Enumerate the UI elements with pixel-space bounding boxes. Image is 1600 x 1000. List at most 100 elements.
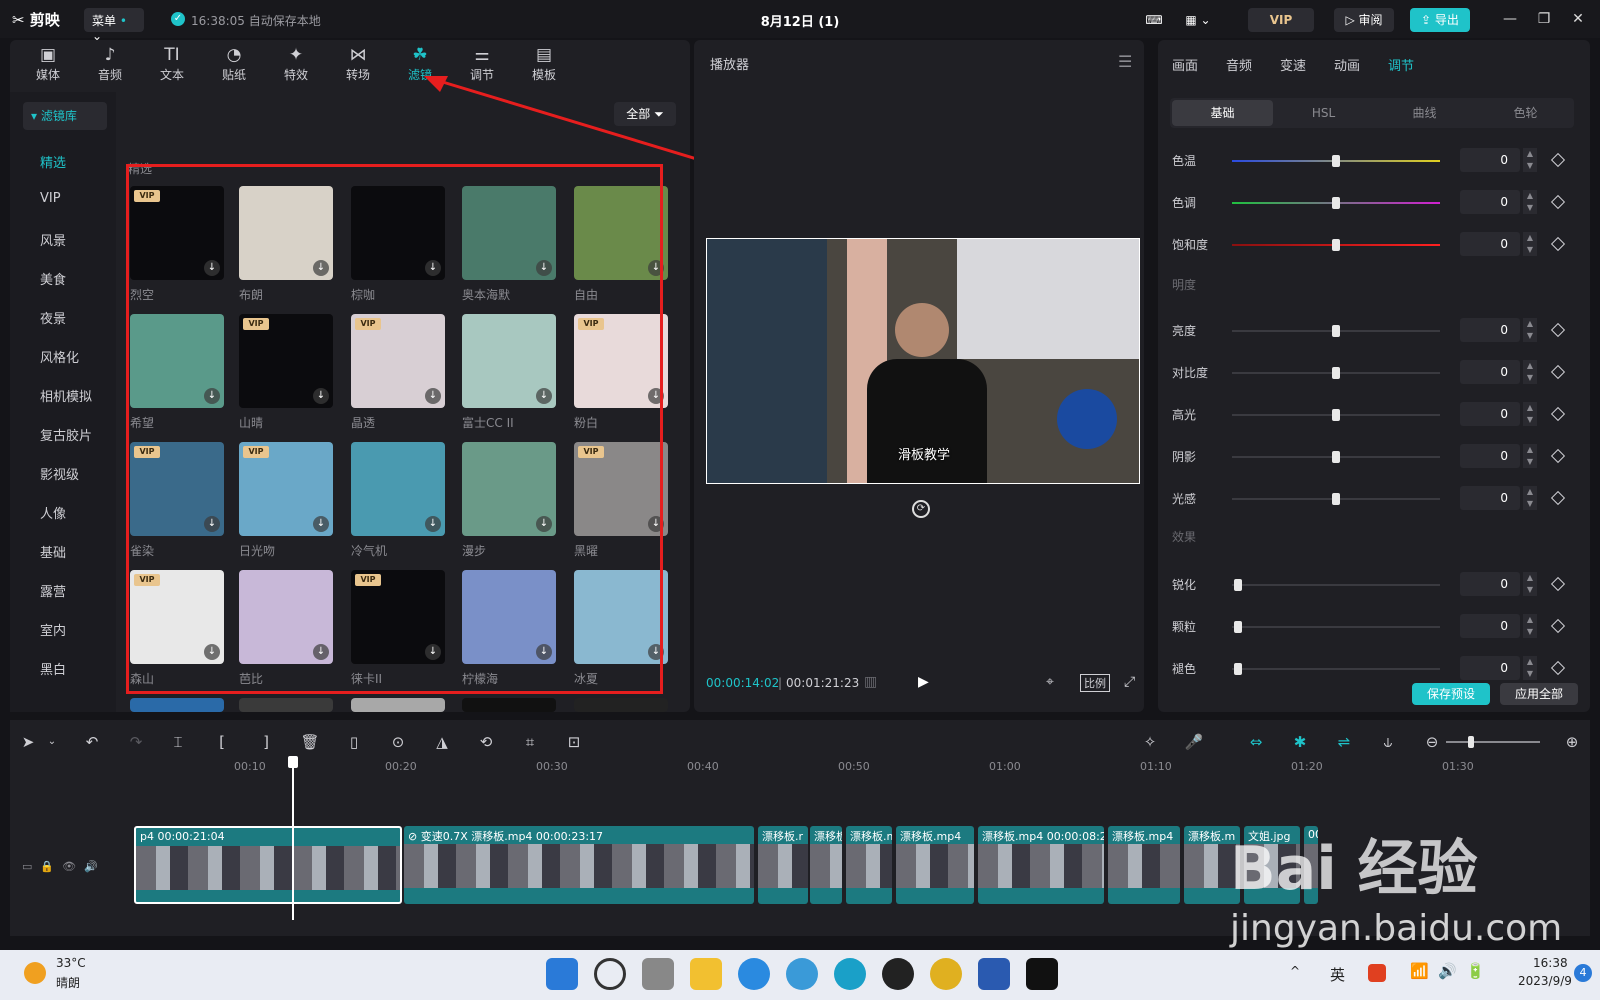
chevron-down-icon[interactable]: ⌄ xyxy=(42,732,62,752)
zoom-in-icon[interactable]: ⊕ xyxy=(1562,732,1582,752)
tab-media[interactable]: ▣ 媒体 xyxy=(20,44,76,86)
value-input[interactable]: 0 xyxy=(1460,402,1520,426)
filter-thumbnail[interactable]: VIP ↓ xyxy=(351,314,445,408)
search-icon[interactable] xyxy=(594,958,626,990)
stepper-icon[interactable]: ▲ ▼ xyxy=(1523,360,1537,384)
filter-category-item[interactable]: 相机模拟 xyxy=(40,386,92,405)
edge-icon[interactable] xyxy=(834,958,866,990)
download-icon[interactable]: ↓ xyxy=(425,260,441,276)
ime-indicator[interactable]: 英 xyxy=(1330,964,1345,985)
slider-knob[interactable] xyxy=(1332,409,1340,421)
battery-icon[interactable]: 🔋 xyxy=(1466,962,1485,980)
redo-icon[interactable]: ↷ xyxy=(126,732,146,752)
rotate-tool-icon[interactable]: ⟲ xyxy=(476,732,496,752)
wifi-icon[interactable]: 📶 xyxy=(1410,962,1429,980)
stepper-icon[interactable]: ▲ ▼ xyxy=(1523,614,1537,638)
freeze-icon[interactable]: ▯ xyxy=(344,732,364,752)
adjust-subtab[interactable]: 基础 xyxy=(1172,100,1273,126)
save-preset-button[interactable]: 保存预设 xyxy=(1412,683,1490,705)
trim-right-icon[interactable]: ] xyxy=(256,732,276,752)
filter-category-item[interactable]: 黑白 xyxy=(40,659,66,678)
download-icon[interactable]: ↓ xyxy=(648,644,664,660)
filter-thumbnail[interactable]: ↓ xyxy=(351,186,445,280)
filter-category-item[interactable]: 影视级 xyxy=(40,464,79,483)
download-icon[interactable]: ↓ xyxy=(536,388,552,404)
split-icon[interactable]: ⌶ xyxy=(168,732,188,752)
property-tab[interactable]: 变速 xyxy=(1280,55,1306,74)
slider-knob[interactable] xyxy=(1332,451,1340,463)
value-input[interactable]: 0 xyxy=(1460,572,1520,596)
slider-knob[interactable] xyxy=(1332,239,1340,251)
download-icon[interactable]: ↓ xyxy=(425,388,441,404)
filter-category-item[interactable]: 风景 xyxy=(40,230,66,249)
split-view-icon[interactable]: ⫝ xyxy=(1378,732,1398,752)
video-clip[interactable]: 漂移板.m xyxy=(846,826,892,904)
download-icon[interactable]: ↓ xyxy=(313,644,329,660)
filter-thumbnail[interactable]: ↓ xyxy=(462,442,556,536)
download-icon[interactable]: ↓ xyxy=(313,388,329,404)
crop-icon[interactable]: ⌗ xyxy=(520,732,540,752)
filter-thumbnail[interactable]: ↓ xyxy=(239,186,333,280)
filter-thumbnail[interactable] xyxy=(351,698,445,712)
rotate-icon[interactable]: ⟳ xyxy=(912,500,930,518)
link-icon[interactable]: ⇔ xyxy=(1246,732,1266,752)
zoom-slider[interactable] xyxy=(1446,741,1540,743)
video-clip[interactable]: 漂移板.mp4 xyxy=(1108,826,1180,904)
property-tab[interactable]: 动画 xyxy=(1334,55,1360,74)
delete-icon[interactable]: 🗑 xyxy=(300,732,320,752)
filter-thumbnail[interactable] xyxy=(239,698,333,712)
filter-category-item[interactable]: 精选 xyxy=(40,152,66,171)
video-clip[interactable]: p4 00:00:21:04 xyxy=(134,826,402,904)
review-button[interactable]: ▷ 审阅 xyxy=(1334,8,1394,32)
filter-thumbnail[interactable]: ↓ xyxy=(351,442,445,536)
filter-category-item[interactable]: 室内 xyxy=(40,620,66,639)
slider-knob[interactable] xyxy=(1332,325,1340,337)
fullscreen-icon[interactable]: ⤢ xyxy=(1124,674,1135,690)
capcut-icon[interactable] xyxy=(1026,958,1058,990)
tab-text[interactable]: TI 文本 xyxy=(144,44,200,86)
download-icon[interactable]: ↓ xyxy=(425,644,441,660)
clock-time[interactable]: 16:38 xyxy=(1533,956,1568,970)
vip-button[interactable]: VIP xyxy=(1248,8,1314,32)
stepper-icon[interactable]: ▲ ▼ xyxy=(1523,190,1537,214)
track-controls[interactable]: ▭🔒👁🔊 xyxy=(22,860,106,873)
value-input[interactable]: 0 xyxy=(1460,656,1520,680)
video-clip[interactable]: 漂移板.mp4 xyxy=(896,826,974,904)
tab-sticker[interactable]: ◔ 贴纸 xyxy=(206,44,262,86)
filter-thumbnail[interactable]: ↓ xyxy=(130,314,224,408)
download-icon[interactable]: ↓ xyxy=(204,388,220,404)
snap-icon[interactable]: ✱ xyxy=(1290,732,1310,752)
download-icon[interactable]: ↓ xyxy=(536,260,552,276)
layout-icon[interactable]: ▦ ⌄ xyxy=(1178,8,1218,32)
filter-thumbnail[interactable]: ↓ xyxy=(462,570,556,664)
download-icon[interactable]: ↓ xyxy=(313,260,329,276)
filter-thumbnail[interactable] xyxy=(462,698,556,712)
close-icon[interactable]: ✕ xyxy=(1568,9,1588,29)
chrome-icon[interactable] xyxy=(930,958,962,990)
video-preview[interactable]: 滑板教学 xyxy=(706,238,1140,484)
stepper-icon[interactable]: ▲ ▼ xyxy=(1523,444,1537,468)
download-icon[interactable]: ↓ xyxy=(648,260,664,276)
download-icon[interactable]: ↓ xyxy=(425,516,441,532)
slider-knob[interactable] xyxy=(1332,155,1340,167)
adjust-subtab[interactable]: HSL xyxy=(1273,100,1374,126)
stepper-icon[interactable]: ▲ ▼ xyxy=(1523,402,1537,426)
property-tab[interactable]: 音频 xyxy=(1226,55,1252,74)
filter-thumbnail[interactable]: ↓ xyxy=(574,186,668,280)
slider-track[interactable] xyxy=(1232,668,1440,670)
reverse-icon[interactable]: ⊙ xyxy=(388,732,408,752)
playhead-handle[interactable] xyxy=(288,756,298,768)
slider-knob[interactable] xyxy=(1234,663,1242,675)
filter-category-item[interactable]: 夜景 xyxy=(40,308,66,327)
minimize-icon[interactable]: — xyxy=(1500,9,1520,29)
sogou-icon[interactable] xyxy=(1368,964,1386,982)
value-input[interactable]: 0 xyxy=(1460,614,1520,638)
notification-badge[interactable]: 4 xyxy=(1574,964,1592,982)
edge-legacy-icon[interactable] xyxy=(738,958,770,990)
qq-icon[interactable] xyxy=(882,958,914,990)
trim-left-icon[interactable]: [ xyxy=(212,732,232,752)
value-input[interactable]: 0 xyxy=(1460,148,1520,172)
filter-thumbnail[interactable]: VIP ↓ xyxy=(574,442,668,536)
stepper-icon[interactable]: ▲ ▼ xyxy=(1523,656,1537,680)
filter-category-item[interactable]: 露营 xyxy=(40,581,66,600)
